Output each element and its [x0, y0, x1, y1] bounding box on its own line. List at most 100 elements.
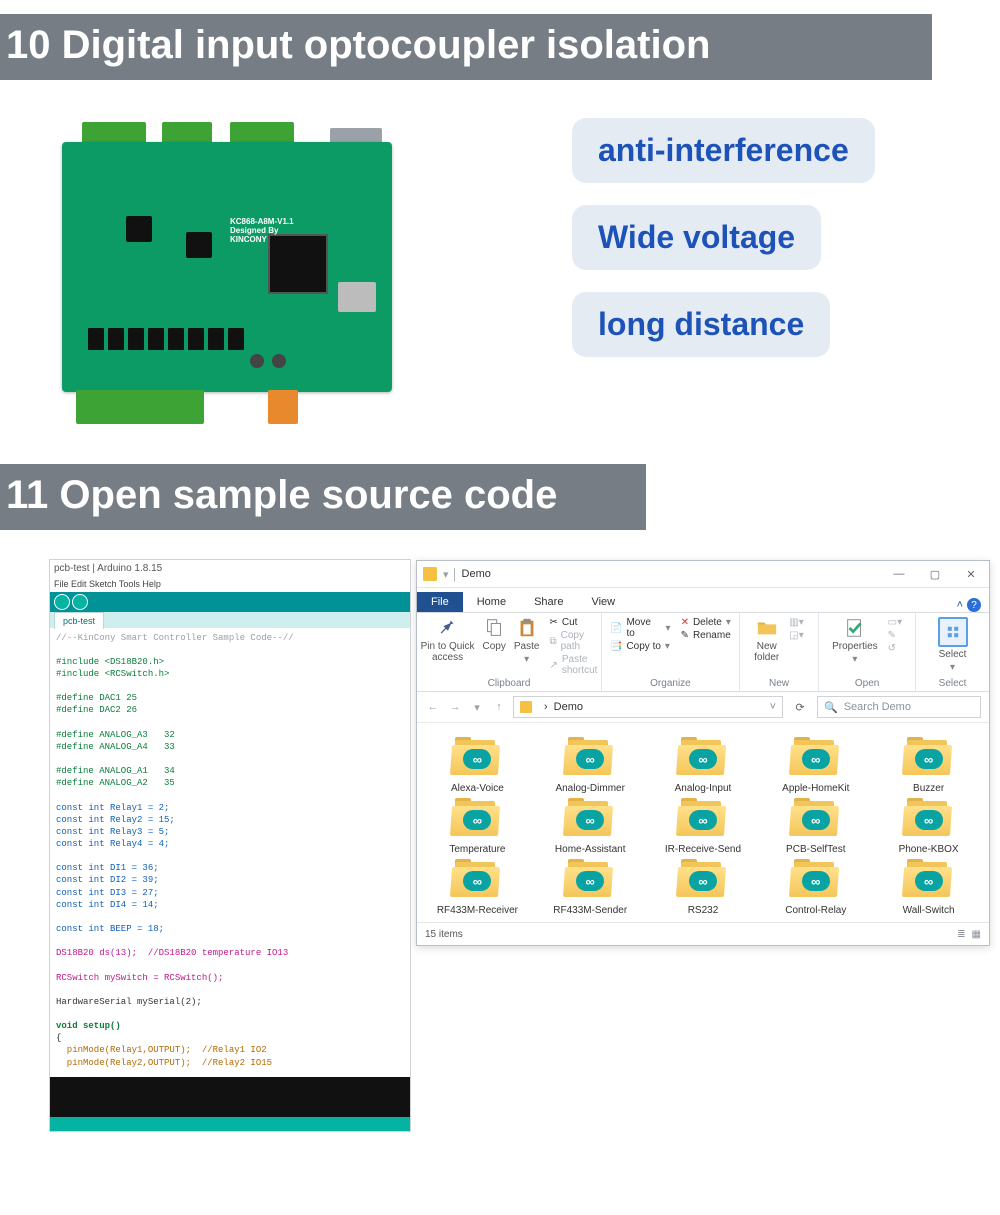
- ide-sketch-tab[interactable]: pcb-test: [54, 612, 104, 629]
- arduino-folder-icon: ∞: [451, 737, 503, 779]
- feature-wide-voltage: Wide voltage: [572, 205, 821, 270]
- scissors-icon: ✂: [549, 617, 557, 628]
- pin-to-quick-access-button[interactable]: Pin to Quick access: [421, 617, 475, 663]
- ide-code-editor[interactable]: //--KinCony Smart Controller Sample Code…: [50, 628, 410, 1077]
- tab-home[interactable]: Home: [463, 592, 520, 612]
- pcb-silk-model: KC868-A8M-V1.1: [230, 217, 294, 226]
- nav-back-button[interactable]: ←: [425, 701, 441, 713]
- folder-label: Phone-KBOX: [899, 844, 959, 855]
- folder-label: IR-Receive-Send: [665, 844, 741, 855]
- open-button[interactable]: ▭▾: [888, 617, 902, 628]
- folder-label: RF433M-Sender: [553, 905, 627, 916]
- arduino-folder-icon: ∞: [564, 798, 616, 840]
- folder-item[interactable]: ∞ PCB-SelfTest: [759, 798, 872, 855]
- arduino-folder-icon: ∞: [564, 737, 616, 779]
- folder-item[interactable]: ∞ Buzzer: [872, 737, 985, 794]
- verify-button-icon[interactable]: [54, 594, 70, 610]
- arduino-folder-icon: ∞: [790, 737, 842, 779]
- arduino-folder-icon: ∞: [903, 859, 955, 901]
- folder-item[interactable]: ∞Analog-Input: [647, 737, 760, 794]
- copy-button[interactable]: Copy: [483, 617, 506, 652]
- details-view-icon[interactable]: ≣: [957, 929, 965, 940]
- tab-share[interactable]: Share: [520, 592, 577, 612]
- pcb-board-image: KC868-A8M-V1.1 Designed By KINCONY: [52, 112, 482, 432]
- file-explorer-window: ▾ │ Demo — ▢ ✕ File Home Share View ˄ ?: [416, 560, 990, 946]
- help-icon[interactable]: ?: [967, 598, 981, 612]
- folder-item[interactable]: ∞Analog-Dimmer: [534, 737, 647, 794]
- arduino-ide-window: pcb-test | Arduino 1.8.15 File Edit Sket…: [50, 560, 410, 1131]
- folder-label: Buzzer: [913, 783, 944, 794]
- address-bar-row: ← → ▾ ↑ › Demo ˅ ⟳ 🔍 Search Demo: [417, 692, 989, 723]
- folder-label: Home-Assistant: [555, 844, 626, 855]
- arduino-folder-icon: ∞: [451, 798, 503, 840]
- search-box[interactable]: 🔍 Search Demo: [817, 696, 981, 718]
- move-to-button[interactable]: 📄Move to ▾: [610, 617, 671, 639]
- folder-item[interactable]: ∞ IR-Receive-Send: [647, 798, 760, 855]
- tab-file[interactable]: File: [417, 592, 463, 612]
- folder-item[interactable]: ∞Alexa-Voice: [421, 737, 534, 794]
- select-all-button[interactable]: Select ▾: [938, 617, 968, 673]
- folder-item[interactable]: ∞ Home-Assistant: [534, 798, 647, 855]
- folder-item[interactable]: ∞RS232: [647, 859, 760, 916]
- folder-item[interactable]: ∞Control-Relay: [759, 859, 872, 916]
- ribbon-collapse-icon[interactable]: ˄: [957, 599, 963, 611]
- pcb-silk-brand: KINCONY: [230, 235, 267, 244]
- ribbon-tabs: File Home Share View ˄ ?: [417, 588, 989, 613]
- folder-item[interactable]: ∞ Apple-HomeKit: [759, 737, 872, 794]
- folder-label: PCB-SelfTest: [786, 844, 845, 855]
- folder-item[interactable]: ∞ RF433M-Sender: [534, 859, 647, 916]
- search-icon: 🔍: [824, 701, 838, 714]
- ide-toolbar[interactable]: [50, 592, 410, 612]
- maximize-button[interactable]: ▢: [917, 561, 953, 587]
- arduino-folder-icon: ∞: [903, 737, 955, 779]
- delete-button[interactable]: ✕Delete ▾: [681, 617, 731, 628]
- folder-label: RS232: [688, 905, 719, 916]
- new-item-button[interactable]: ▥▾: [789, 617, 803, 628]
- folder-item[interactable]: ∞Wall-Switch: [872, 859, 985, 916]
- ide-console: [50, 1077, 410, 1117]
- folder-label: Control-Relay: [785, 905, 846, 916]
- folder-grid: ∞Alexa-Voice∞Analog-Dimmer∞Analog-Input∞…: [417, 723, 989, 922]
- arduino-folder-icon: ∞: [451, 859, 503, 901]
- folder-item[interactable]: ∞ Phone-KBOX: [872, 798, 985, 855]
- folder-label: Apple-HomeKit: [782, 783, 849, 794]
- tab-view[interactable]: View: [577, 592, 629, 612]
- icons-view-icon[interactable]: ▦: [972, 929, 981, 940]
- copy-to-button[interactable]: 📑Copy to ▾: [610, 641, 671, 652]
- upload-button-icon[interactable]: [72, 594, 88, 610]
- explorer-title-bar[interactable]: ▾ │ Demo — ▢ ✕: [417, 561, 989, 588]
- rename-button[interactable]: ✎Rename: [681, 630, 731, 641]
- copy-path-button[interactable]: ⧉Copy path: [549, 630, 597, 652]
- feature-long-distance: long distance: [572, 292, 830, 357]
- properties-button[interactable]: Properties ▾: [832, 617, 878, 665]
- arduino-folder-icon: ∞: [564, 859, 616, 901]
- new-folder-button[interactable]: New folder: [754, 617, 779, 663]
- paste-button[interactable]: Paste ▾: [514, 617, 540, 665]
- arduino-folder-icon: ∞: [790, 798, 842, 840]
- cut-button[interactable]: ✂ Cut: [549, 617, 597, 628]
- address-bar[interactable]: › Demo ˅: [513, 696, 783, 718]
- folder-label: Analog-Input: [675, 783, 732, 794]
- nav-up-button[interactable]: ↑: [491, 701, 507, 713]
- nav-forward-button[interactable]: →: [447, 701, 463, 713]
- arduino-folder-icon: ∞: [677, 798, 729, 840]
- edit-button[interactable]: ✎: [888, 630, 902, 641]
- item-count: 15 items: [425, 929, 463, 940]
- folder-icon: [520, 701, 532, 713]
- close-button[interactable]: ✕: [953, 561, 989, 587]
- ide-menu-bar[interactable]: File Edit Sketch Tools Help: [50, 578, 410, 592]
- section-10-title: 10 Digital input optocoupler isolation: [0, 14, 932, 80]
- minimize-button[interactable]: —: [881, 561, 917, 587]
- folder-label: RF433M-Receiver: [437, 905, 518, 916]
- folder-item[interactable]: ∞Temperature: [421, 798, 534, 855]
- feature-pill-list: anti-interference Wide voltage long dist…: [572, 118, 875, 432]
- nav-recent-button[interactable]: ▾: [469, 701, 485, 714]
- paste-shortcut-button[interactable]: ↗Paste shortcut: [549, 654, 597, 676]
- folder-item[interactable]: ∞ RF433M-Receiver: [421, 859, 534, 916]
- section-11-body: pcb-test | Arduino 1.8.15 File Edit Sket…: [0, 560, 1000, 1131]
- arduino-folder-icon: ∞: [903, 798, 955, 840]
- easy-access-button[interactable]: ◲▾: [789, 630, 803, 641]
- history-button[interactable]: ↺: [888, 643, 902, 654]
- pcb-silk-design: Designed By: [230, 226, 278, 235]
- refresh-button[interactable]: ⟳: [789, 701, 811, 714]
